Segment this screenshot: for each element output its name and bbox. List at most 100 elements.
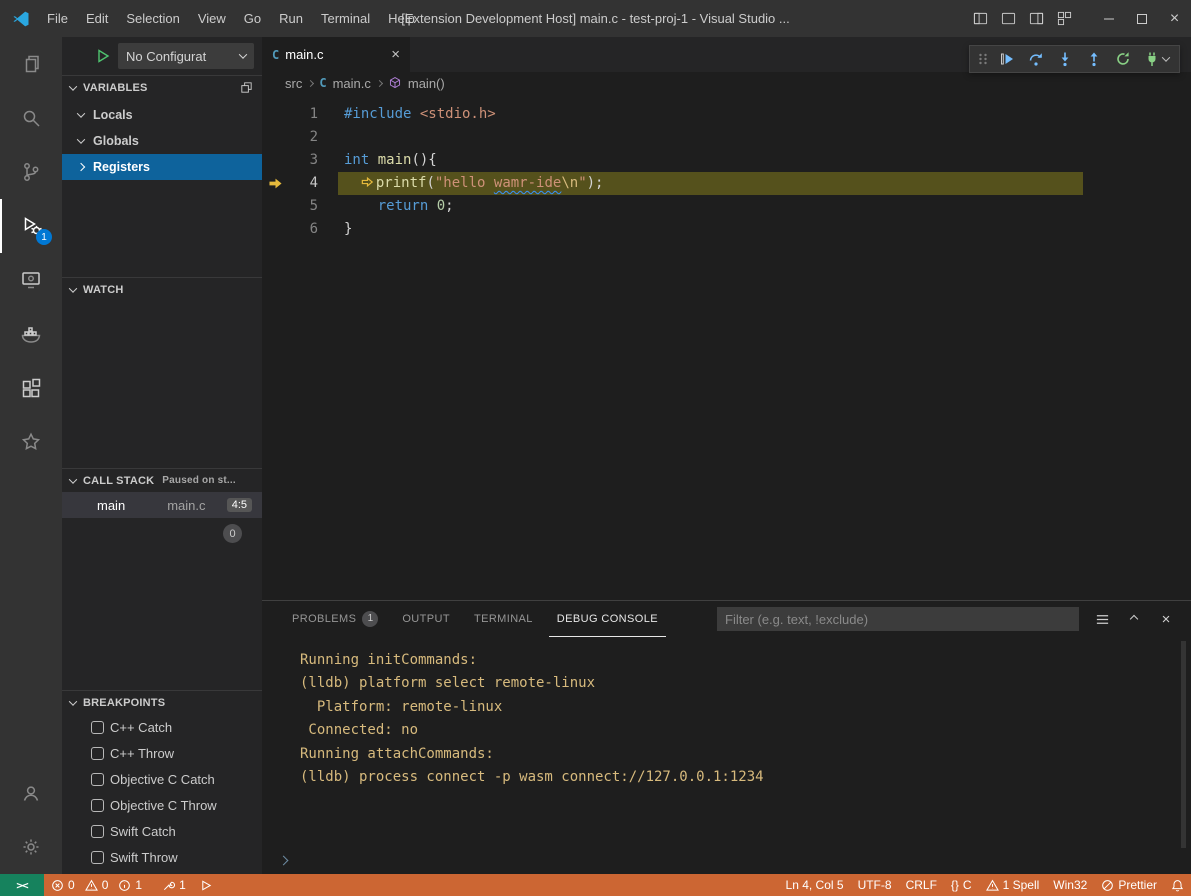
toggle-secondary-sidebar-icon[interactable]: [1022, 0, 1050, 37]
line-text: [338, 126, 344, 149]
variables-item-registers[interactable]: Registers: [62, 154, 262, 180]
console-output[interactable]: Running initCommands:(lldb) platform sel…: [262, 637, 1191, 789]
explorer-icon[interactable]: [0, 37, 62, 91]
remote-indicator[interactable]: ><: [0, 874, 44, 896]
breakpoint-checkbox[interactable]: [91, 721, 104, 734]
customize-layout-icon[interactable]: [1050, 0, 1078, 37]
problems-status[interactable]: 0 0 1: [44, 874, 155, 896]
continue-icon[interactable]: [992, 46, 1021, 72]
close-panel-icon[interactable]: ×: [1155, 608, 1177, 630]
line-number: 6: [288, 218, 318, 241]
panel-tab-problems[interactable]: PROBLEMS1: [284, 601, 386, 637]
gutter[interactable]: [262, 103, 288, 126]
encoding[interactable]: UTF-8: [851, 874, 899, 896]
settings-gear-icon[interactable]: [0, 820, 62, 874]
disconnect-icon[interactable]: [1137, 46, 1175, 72]
docker-icon[interactable]: [0, 307, 62, 361]
code-line-5[interactable]: 5 return 0;: [262, 195, 1191, 218]
eol[interactable]: CRLF: [899, 874, 944, 896]
collapse-all-icon[interactable]: [239, 80, 254, 95]
variables-item-globals[interactable]: Globals: [62, 128, 262, 154]
menu-run[interactable]: Run: [270, 0, 312, 37]
filter-lines-icon[interactable]: [1091, 608, 1113, 630]
breakpoints-header[interactable]: BREAKPOINTS: [62, 690, 262, 714]
gutter[interactable]: [262, 218, 288, 241]
gutter[interactable]: [262, 195, 288, 218]
debug-current-line-arrow-icon[interactable]: [262, 172, 288, 195]
code-line-2[interactable]: 2: [262, 126, 1191, 149]
step-into-icon[interactable]: [1050, 46, 1079, 72]
breakpoint-row[interactable]: Swift Catch: [62, 818, 262, 844]
toggle-panel-icon[interactable]: [994, 0, 1022, 37]
chevron-icon: [77, 135, 85, 143]
menu-help[interactable]: Help: [379, 0, 424, 37]
run-and-debug-icon[interactable]: 1: [0, 199, 62, 253]
menu-file[interactable]: File: [38, 0, 77, 37]
call-stack-frame[interactable]: main main.c 4:5: [62, 492, 262, 518]
breakpoint-row[interactable]: Objective C Throw: [62, 792, 262, 818]
gutter[interactable]: [262, 149, 288, 172]
breakpoint-row[interactable]: C++ Catch: [62, 714, 262, 740]
console-prompt-icon[interactable]: [279, 856, 289, 866]
breakpoint-checkbox[interactable]: [91, 773, 104, 786]
start-debugging-icon[interactable]: [96, 49, 110, 63]
call-stack-header[interactable]: CALL STACK Paused on st...: [62, 468, 262, 492]
star-icon[interactable]: [0, 415, 62, 469]
code-editor[interactable]: 1#include <stdio.h>23int main(){4 printf…: [262, 94, 1191, 600]
breakpoint-row[interactable]: Swift Throw: [62, 844, 262, 870]
breadcrumb-file[interactable]: main.c: [333, 76, 371, 91]
code-line-1[interactable]: 1#include <stdio.h>: [262, 103, 1191, 126]
language-mode[interactable]: {} C: [944, 874, 979, 896]
prettier-status[interactable]: Prettier: [1094, 874, 1164, 896]
remote-explorer-icon[interactable]: [0, 253, 62, 307]
code-line-6[interactable]: 6}: [262, 218, 1191, 241]
step-over-icon[interactable]: [1021, 46, 1050, 72]
debug-config-dropdown[interactable]: No Configurat: [118, 43, 254, 69]
menu-view[interactable]: View: [189, 0, 235, 37]
panel-tab-output[interactable]: OUTPUT: [394, 601, 458, 637]
menu-selection[interactable]: Selection: [117, 0, 188, 37]
menu-edit[interactable]: Edit: [77, 0, 117, 37]
code-line-4[interactable]: 4 printf("hello wamr-ide\n");: [262, 172, 1191, 195]
source-control-icon[interactable]: [0, 145, 62, 199]
breadcrumb-src[interactable]: src: [285, 76, 302, 91]
gutter[interactable]: [262, 126, 288, 149]
breakpoint-row[interactable]: Objective C Catch: [62, 766, 262, 792]
panel-tab-terminal[interactable]: TERMINAL: [466, 601, 541, 637]
toolbar-grip-icon[interactable]: [974, 46, 992, 72]
close-button[interactable]: ×: [1158, 0, 1191, 37]
notifications-bell-icon[interactable]: [1164, 874, 1191, 896]
variables-item-locals[interactable]: Locals: [62, 102, 262, 128]
code-line-3[interactable]: 3int main(){: [262, 149, 1191, 172]
breakpoint-checkbox[interactable]: [91, 851, 104, 864]
variables-list: LocalsGlobalsRegisters: [62, 99, 262, 180]
tab-main-c[interactable]: C main.c ×: [262, 37, 410, 72]
accounts-icon[interactable]: [0, 766, 62, 820]
breakpoint-checkbox[interactable]: [91, 799, 104, 812]
step-out-icon[interactable]: [1079, 46, 1108, 72]
toggle-sidebar-icon[interactable]: rect{stroke:#cccccc;fill:none}: [966, 0, 994, 37]
restart-icon[interactable]: [1108, 46, 1137, 72]
inline-breakpoint-icon[interactable]: [361, 176, 374, 188]
extensions-icon[interactable]: [0, 361, 62, 415]
spell-status[interactable]: 1 Spell: [979, 874, 1047, 896]
search-icon[interactable]: [0, 91, 62, 145]
close-tab-icon[interactable]: ×: [391, 46, 400, 63]
maximize-button[interactable]: [1125, 0, 1158, 37]
breakpoint-checkbox[interactable]: [91, 747, 104, 760]
platform-status[interactable]: Win32: [1046, 874, 1094, 896]
console-filter-input[interactable]: [717, 607, 1079, 631]
breadcrumb-symbol[interactable]: main(): [408, 76, 445, 91]
debug-console-status-icon[interactable]: [193, 874, 220, 896]
cursor-position[interactable]: Ln 4, Col 5: [779, 874, 851, 896]
watch-header[interactable]: WATCH: [62, 277, 262, 301]
minimize-button[interactable]: [1092, 0, 1125, 37]
breakpoint-row[interactable]: C++ Throw: [62, 740, 262, 766]
menu-go[interactable]: Go: [235, 0, 270, 37]
tool-status[interactable]: 1: [155, 874, 193, 896]
maximize-panel-icon[interactable]: [1123, 608, 1145, 630]
breakpoint-checkbox[interactable]: [91, 825, 104, 838]
menu-terminal[interactable]: Terminal: [312, 0, 379, 37]
panel-tab-debug-console[interactable]: DEBUG CONSOLE: [549, 601, 666, 637]
variables-header[interactable]: VARIABLES: [62, 75, 262, 99]
